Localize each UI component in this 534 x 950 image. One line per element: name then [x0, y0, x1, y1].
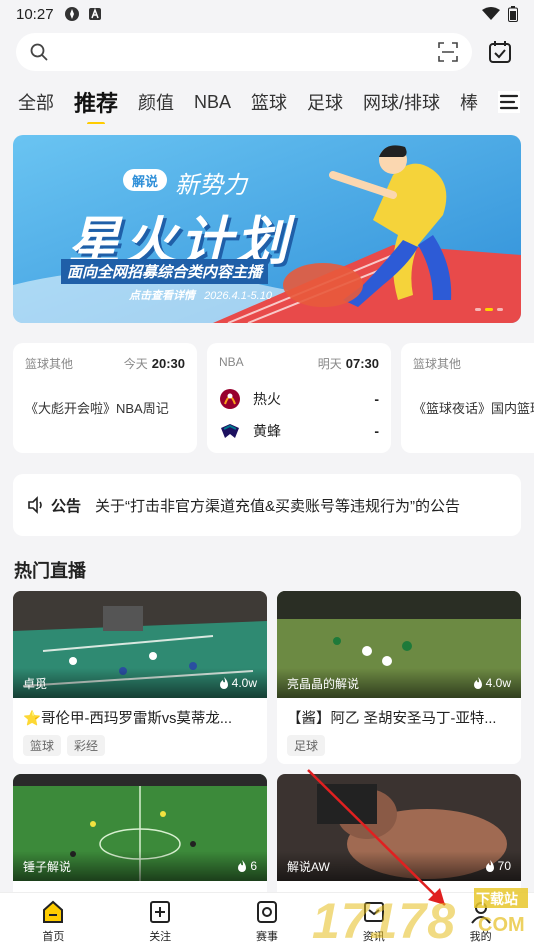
hot-live-title: 热门直播: [14, 561, 86, 581]
nav-label: 关注: [149, 931, 172, 943]
banner-dates: 2026.4.1-5.10: [204, 290, 272, 302]
menu-icon: [499, 94, 519, 110]
anchor-name: 解说AW: [287, 859, 330, 874]
follow-icon: [150, 901, 171, 923]
match-title: 《篮球夜话》国内篮球: [413, 401, 534, 416]
banner-subline: 面向全网招募综合类内容主播: [61, 259, 269, 284]
calendar-check-icon: [489, 41, 511, 63]
category-tabs: 全部 推荐 颜值 NBA 篮球 足球 网球/排球 棒: [0, 80, 534, 124]
flame-icon: [473, 677, 482, 689]
news-icon: [363, 902, 384, 922]
tab-basketball[interactable]: 篮球: [251, 89, 287, 115]
match-card[interactable]: 篮球其他 今天 20:30 《大彪开会啦》NBA周记: [13, 343, 197, 453]
search-row: [16, 32, 520, 72]
match-day: 明天: [317, 357, 342, 371]
match-league: NBA: [219, 355, 244, 369]
tab-menu-button[interactable]: [498, 91, 520, 113]
announcement-text: 关于“打击非官方渠道充值&买卖账号等违规行为”的公告: [95, 497, 461, 515]
banner-cta: 点击查看详情: [129, 290, 195, 302]
match-schedule: 篮球其他 今天 20:30 《大彪开会啦》NBA周记 NBA 明天 07:30 热火…: [13, 343, 534, 453]
match-league: 篮球其他: [25, 357, 74, 371]
match-title: 《大彪开会啦》NBA周记: [25, 401, 169, 416]
match-card[interactable]: NBA 明天 07:30 热火 - 黄蜂 -: [207, 343, 391, 453]
nav-events[interactable]: 赛事: [214, 893, 321, 950]
match-time: 07:30: [345, 356, 379, 371]
match-day: 今天: [123, 357, 148, 371]
flame-icon: [238, 860, 247, 872]
tab-baseball[interactable]: 棒: [460, 89, 478, 115]
scan-icon[interactable]: [438, 42, 458, 62]
live-title: ⭐哥伦甲-西玛罗雷斯vs莫蒂龙...: [23, 711, 232, 727]
status-bar: 10:27: [0, 0, 534, 28]
banner-badge: 解说: [131, 174, 158, 189]
anchor-name: 亮晶晶的解说: [287, 676, 360, 691]
live-thumbnail: 亮晶晶的解说 4.0w: [277, 591, 521, 698]
nav-news[interactable]: 资讯: [320, 893, 427, 950]
tab-tennis-volleyball[interactable]: 网球/排球: [363, 89, 440, 115]
match-card[interactable]: 篮球其他 明天 《篮球夜话》国内篮球: [401, 343, 534, 453]
live-card[interactable]: 卓觅 4.0w ⭐哥伦甲-西玛罗雷斯vs莫蒂龙... 篮球 彩经: [13, 591, 267, 764]
live-thumbnail: 解说AW 70: [277, 774, 521, 881]
tag[interactable]: 篮球: [23, 735, 62, 756]
announcement-bar[interactable]: 公告 关于“打击非官方渠道充值&买卖账号等违规行为”的公告: [13, 474, 521, 536]
team-row-home: 热火 -: [219, 388, 379, 410]
heat-count: 4.0w: [231, 676, 257, 690]
flame-icon: [485, 860, 494, 872]
bottom-navigation: 首页 关注 赛事 资讯 我的: [0, 892, 534, 950]
anchor-name: 卓觅: [23, 676, 48, 691]
tab-nba[interactable]: NBA: [194, 92, 231, 113]
checkin-button[interactable]: [480, 32, 520, 72]
app-notification-icon: [64, 7, 79, 21]
home-icon: [43, 900, 64, 923]
trophy-icon: [256, 901, 277, 923]
tag[interactable]: 足球: [287, 735, 326, 756]
heat-count: 70: [497, 859, 511, 873]
nav-follow[interactable]: 关注: [107, 893, 214, 950]
match-time: 20:30: [151, 356, 185, 371]
tab-all[interactable]: 全部: [18, 89, 54, 115]
heat-count: 6: [250, 859, 257, 873]
nav-label: 首页: [42, 931, 65, 943]
heat-logo-icon: [220, 389, 240, 409]
team-name: 黄蜂: [253, 423, 281, 439]
live-card[interactable]: 亮晶晶的解说 4.0w 【酱】阿乙 圣胡安圣马丁-亚特... 足球: [277, 591, 521, 764]
nav-label: 资讯: [362, 931, 385, 943]
heat-count: 4.0w: [485, 676, 511, 690]
hornets-logo-icon: [221, 424, 239, 438]
wifi-icon: [482, 7, 500, 20]
live-thumbnail: 锤子解说 6: [13, 774, 267, 881]
profile-icon: [470, 902, 491, 924]
tag[interactable]: 彩经: [67, 735, 106, 756]
promo-banner[interactable]: 解说 新势力 星火计划 面向全网招募综合类内容主播 点击查看详情 2026.4.…: [13, 135, 521, 323]
nav-me[interactable]: 我的: [427, 893, 534, 950]
banner-pagination: [475, 308, 503, 311]
live-thumbnail: 卓觅 4.0w: [13, 591, 267, 698]
tab-recommend[interactable]: 推荐: [74, 86, 118, 118]
team-row-away: 黄蜂 -: [219, 420, 379, 442]
tab-football[interactable]: 足球: [307, 89, 343, 115]
match-league: 篮球其他: [413, 357, 462, 371]
a-notification-icon: [88, 7, 101, 20]
anchor-name: 锤子解说: [23, 859, 72, 874]
search-input[interactable]: [56, 44, 438, 60]
battery-icon: [508, 6, 518, 22]
nav-home[interactable]: 首页: [0, 893, 107, 950]
flame-icon: [219, 677, 228, 689]
tab-beauty[interactable]: 颜值: [138, 89, 174, 115]
search-icon: [30, 43, 48, 61]
status-time: 10:27: [16, 5, 54, 23]
search-box[interactable]: [16, 33, 472, 71]
nav-label: 我的: [469, 931, 492, 943]
team-score: -: [374, 391, 379, 407]
team-score: -: [374, 423, 379, 439]
speaker-icon: [28, 496, 42, 514]
live-title: 【酱】阿乙 圣胡安圣马丁-亚特...: [287, 711, 497, 727]
nav-label: 赛事: [255, 931, 278, 943]
team-name: 热火: [253, 391, 281, 407]
banner-script-title: 新势力: [175, 171, 247, 199]
announcement-label: 公告: [51, 497, 82, 515]
